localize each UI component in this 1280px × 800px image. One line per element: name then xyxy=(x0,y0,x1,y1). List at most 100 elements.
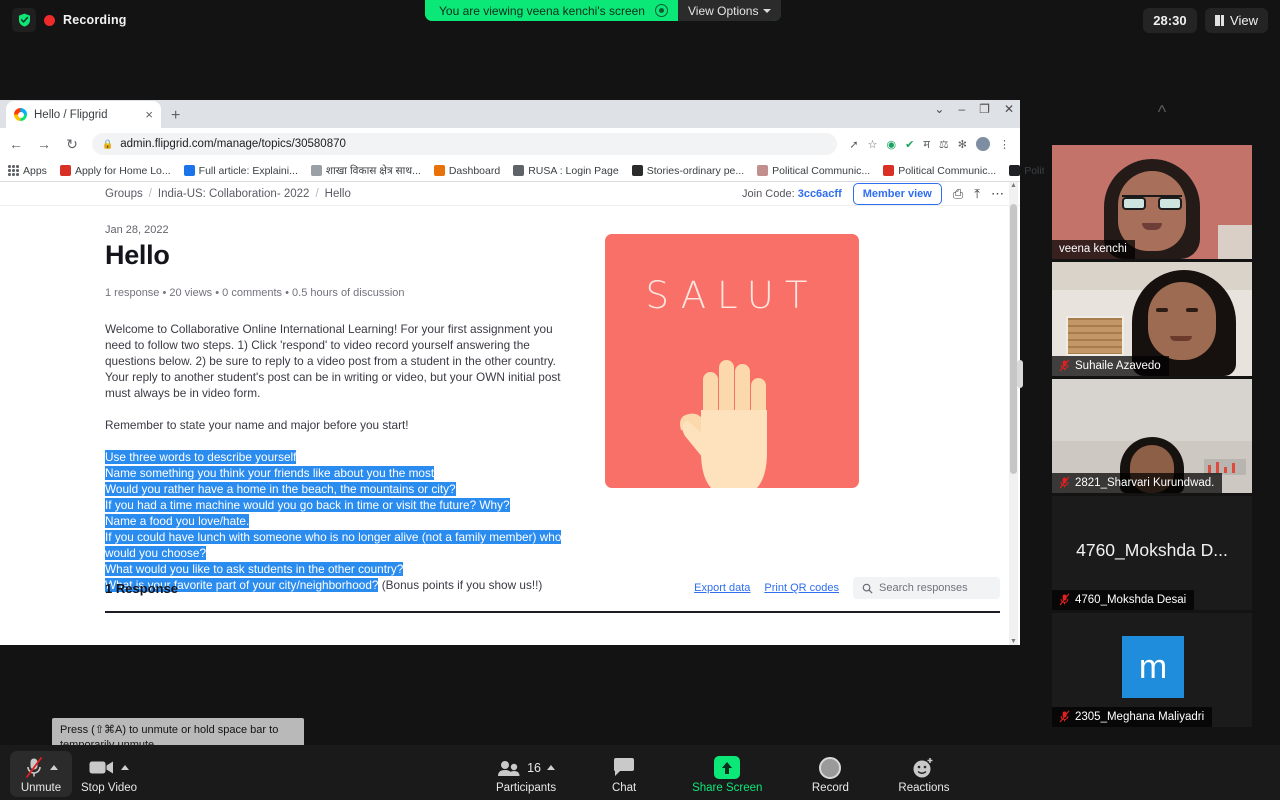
star-icon[interactable]: ☆ xyxy=(868,138,878,151)
reactions-icon-row xyxy=(912,755,935,780)
bookmark-item[interactable]: RUSA : Login Page xyxy=(513,165,618,177)
puzzle-icon[interactable]: ✻ xyxy=(958,138,967,151)
browser-nav-bar: ← → ↻ 🔒 admin.flipgrid.com/manage/topics… xyxy=(0,128,1020,160)
check-icon[interactable]: ✔ xyxy=(905,138,914,151)
share-upload-icon[interactable]: ⤒ xyxy=(974,186,980,202)
question-list: Use three words to describe yourself Name… xyxy=(105,449,575,593)
extension-icon[interactable]: ⚖ xyxy=(939,138,949,151)
bookmark-favicon xyxy=(434,165,445,176)
export-data-link[interactable]: Export data xyxy=(694,582,750,594)
bookmark-favicon xyxy=(883,165,894,176)
window-dropdown-icon[interactable]: ⌄ xyxy=(934,103,944,115)
breadcrumb-groups[interactable]: Groups xyxy=(105,188,143,200)
address-bar[interactable]: 🔒 admin.flipgrid.com/manage/topics/30580… xyxy=(92,133,837,155)
share-banner-text: You are viewing veena kenchi's screen xyxy=(439,4,645,18)
participant-tile[interactable]: veena kenchi xyxy=(1052,145,1252,259)
screen-share-banner: You are viewing veena kenchi's screen Vi… xyxy=(425,0,781,21)
bookmark-item[interactable]: शाखा विकास क्षेत्र साथ... xyxy=(311,164,421,178)
participant-tile[interactable]: Suhaile Azavedo xyxy=(1052,262,1252,376)
bookmark-item[interactable]: Political Communic... xyxy=(757,165,870,177)
record-button[interactable]: Record xyxy=(799,751,861,797)
print-qr-codes-link[interactable]: Print QR codes xyxy=(764,582,839,594)
search-icon xyxy=(862,583,873,594)
scroll-up-chevron-icon[interactable]: ^ xyxy=(1044,102,1280,123)
mic-options-chevron-icon[interactable] xyxy=(50,765,58,770)
share-screen-button[interactable]: Share Screen xyxy=(685,751,769,797)
close-tab-icon[interactable]: × xyxy=(145,108,153,121)
browser-toolbar-icons: ➚ ☆ ◉ ✔ म ⚖ ✻ ⋮ xyxy=(849,137,1012,152)
view-layout-button[interactable]: View xyxy=(1205,8,1268,33)
profile-avatar[interactable] xyxy=(976,137,990,151)
bookmark-item[interactable]: Political Communic... xyxy=(883,165,996,177)
participant-tile[interactable]: m2305_Meghana Maliyadri xyxy=(1052,613,1252,727)
extension-circle-icon[interactable]: ◉ xyxy=(887,138,897,151)
member-view-button[interactable]: Member view xyxy=(853,183,942,205)
bookmark-label: Apps xyxy=(23,165,47,177)
question-text: What would you like to ask students in t… xyxy=(105,562,403,576)
bookmark-item[interactable]: Full article: Explaini... xyxy=(184,165,298,177)
participant-name: 2821_Sharvari Kurundwad. xyxy=(1075,477,1214,489)
browser-tab[interactable]: Hello / Flipgrid × xyxy=(6,101,161,128)
breadcrumb-group[interactable]: India-US: Collaboration- 2022 xyxy=(158,188,310,200)
topic-cover-image[interactable]: SALUT xyxy=(605,234,859,488)
stop-video-button[interactable]: Stop Video xyxy=(74,751,144,797)
more-options-icon[interactable]: ⋯ xyxy=(991,186,1004,202)
page-scrollbar[interactable] xyxy=(1009,182,1018,645)
maximize-icon[interactable]: ❐ xyxy=(979,103,990,115)
view-options-button[interactable]: View Options xyxy=(678,0,781,21)
participant-name: 2305_Meghana Maliyadri xyxy=(1075,711,1204,723)
scroll-up-icon[interactable]: ▲ xyxy=(1009,182,1018,189)
participant-nameplate: 2305_Meghana Maliyadri xyxy=(1052,707,1212,727)
search-responses-input[interactable]: Search responses xyxy=(853,577,1000,599)
reactions-button[interactable]: Reactions xyxy=(891,751,956,797)
scroll-down-icon[interactable]: ▼ xyxy=(1009,638,1018,645)
panel-drag-handle[interactable] xyxy=(1017,360,1023,388)
participants-chevron-icon[interactable] xyxy=(547,765,555,770)
share-icon[interactable]: ➚ xyxy=(849,138,858,151)
forward-icon[interactable]: → xyxy=(36,136,52,152)
bookmark-item[interactable]: Apps xyxy=(8,165,47,177)
participant-nameplate: veena kenchi xyxy=(1052,240,1135,259)
bookmark-item[interactable]: Apply for Home Lo... xyxy=(60,165,171,177)
question-item: If you could have lunch with someone who… xyxy=(105,529,575,561)
toolbar-center-group: 16 Participants Chat S xyxy=(489,751,957,797)
tab-title: Hello / Flipgrid xyxy=(34,109,138,121)
participant-name: 4760_Mokshda Desai xyxy=(1075,594,1186,606)
new-tab-button[interactable]: + xyxy=(171,108,180,124)
join-code-label: Join Code: xyxy=(742,188,795,200)
hindi-input-icon[interactable]: म xyxy=(923,137,930,152)
scroll-thumb[interactable] xyxy=(1010,204,1017,474)
embed-icon[interactable]: ⎙ xyxy=(953,186,963,202)
kebab-menu-icon[interactable]: ⋮ xyxy=(999,138,1010,151)
participant-name: veena kenchi xyxy=(1059,243,1127,255)
minimize-icon[interactable]: – xyxy=(958,103,965,115)
participants-button[interactable]: 16 Participants xyxy=(489,751,563,797)
close-window-icon[interactable]: ✕ xyxy=(1004,103,1014,115)
participant-tile[interactable]: 2821_Sharvari Kurundwad. xyxy=(1052,379,1252,493)
bookmarks-bar: Apps Apply for Home Lo... Full article: Ex… xyxy=(0,160,1020,182)
chat-button[interactable]: Chat xyxy=(593,751,655,797)
bookmark-label: शाखा विकास क्षेत्र साथ... xyxy=(326,164,421,178)
mic-muted-icon xyxy=(1059,593,1070,606)
participants-icon-row: 16 xyxy=(497,755,555,780)
participant-nameplate: 4760_Mokshda Desai xyxy=(1052,590,1194,610)
recording-dot-icon xyxy=(44,15,55,26)
topic-actions: Join Code: 3cc6acff Member view ⎙ ⤒ ⋯ xyxy=(742,183,1004,205)
question-item: Name a food you love/hate. xyxy=(105,513,575,529)
topic-paragraph-2: Remember to state your name and major be… xyxy=(105,417,575,433)
layout-grid-icon xyxy=(1215,15,1225,26)
unmute-button[interactable]: Unmute xyxy=(10,751,72,797)
reload-icon[interactable]: ↻ xyxy=(64,136,80,153)
video-options-chevron-icon[interactable] xyxy=(121,765,129,770)
chat-bubble-icon xyxy=(613,758,635,777)
participant-tile[interactable]: 4760_Mokshda D...4760_Mokshda Desai xyxy=(1052,496,1252,610)
stop-video-label: Stop Video xyxy=(81,782,137,794)
flipgrid-favicon xyxy=(14,108,27,121)
shared-browser-window: Hello / Flipgrid × + ⌄ – ❐ ✕ ← → ↻ 🔒 adm… xyxy=(0,100,1020,645)
back-icon[interactable]: ← xyxy=(8,136,24,152)
question-text: Use three words to describe yourself xyxy=(105,450,296,464)
flipgrid-breadcrumb-bar: Groups / India-US: Collaboration- 2022 /… xyxy=(0,182,1020,206)
join-code-value[interactable]: 3cc6acff xyxy=(798,188,842,200)
bookmark-item[interactable]: Dashboard xyxy=(434,165,500,177)
bookmark-item[interactable]: Stories-ordinary pe... xyxy=(632,165,744,177)
